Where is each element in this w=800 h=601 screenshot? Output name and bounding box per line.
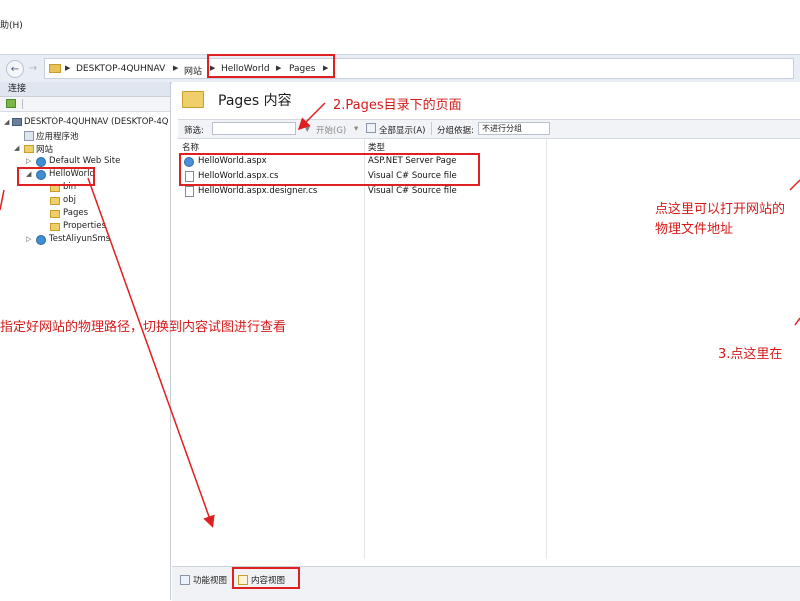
annotation-arrows	[0, 102, 800, 528]
arrow-fragment-right-lower	[794, 317, 800, 326]
annotation-physical-path: 指定好网站的物理路径，切换到内容试图进行查看	[0, 320, 287, 335]
annotation-click-here-3: 3.点这里在	[718, 347, 783, 362]
arrow-fragment-right-upper	[789, 179, 800, 191]
annotation-pages-dir: 2.Pages目录下的页面	[333, 98, 462, 113]
arrow-to-content-view	[87, 177, 215, 528]
annotation-open-physical-2: 物理文件地址	[655, 222, 734, 237]
annotation-open-physical-1: 点这里可以打开网站的	[655, 202, 786, 217]
arrow-fragment-left	[0, 189, 5, 211]
arrow-to-files	[297, 102, 326, 131]
